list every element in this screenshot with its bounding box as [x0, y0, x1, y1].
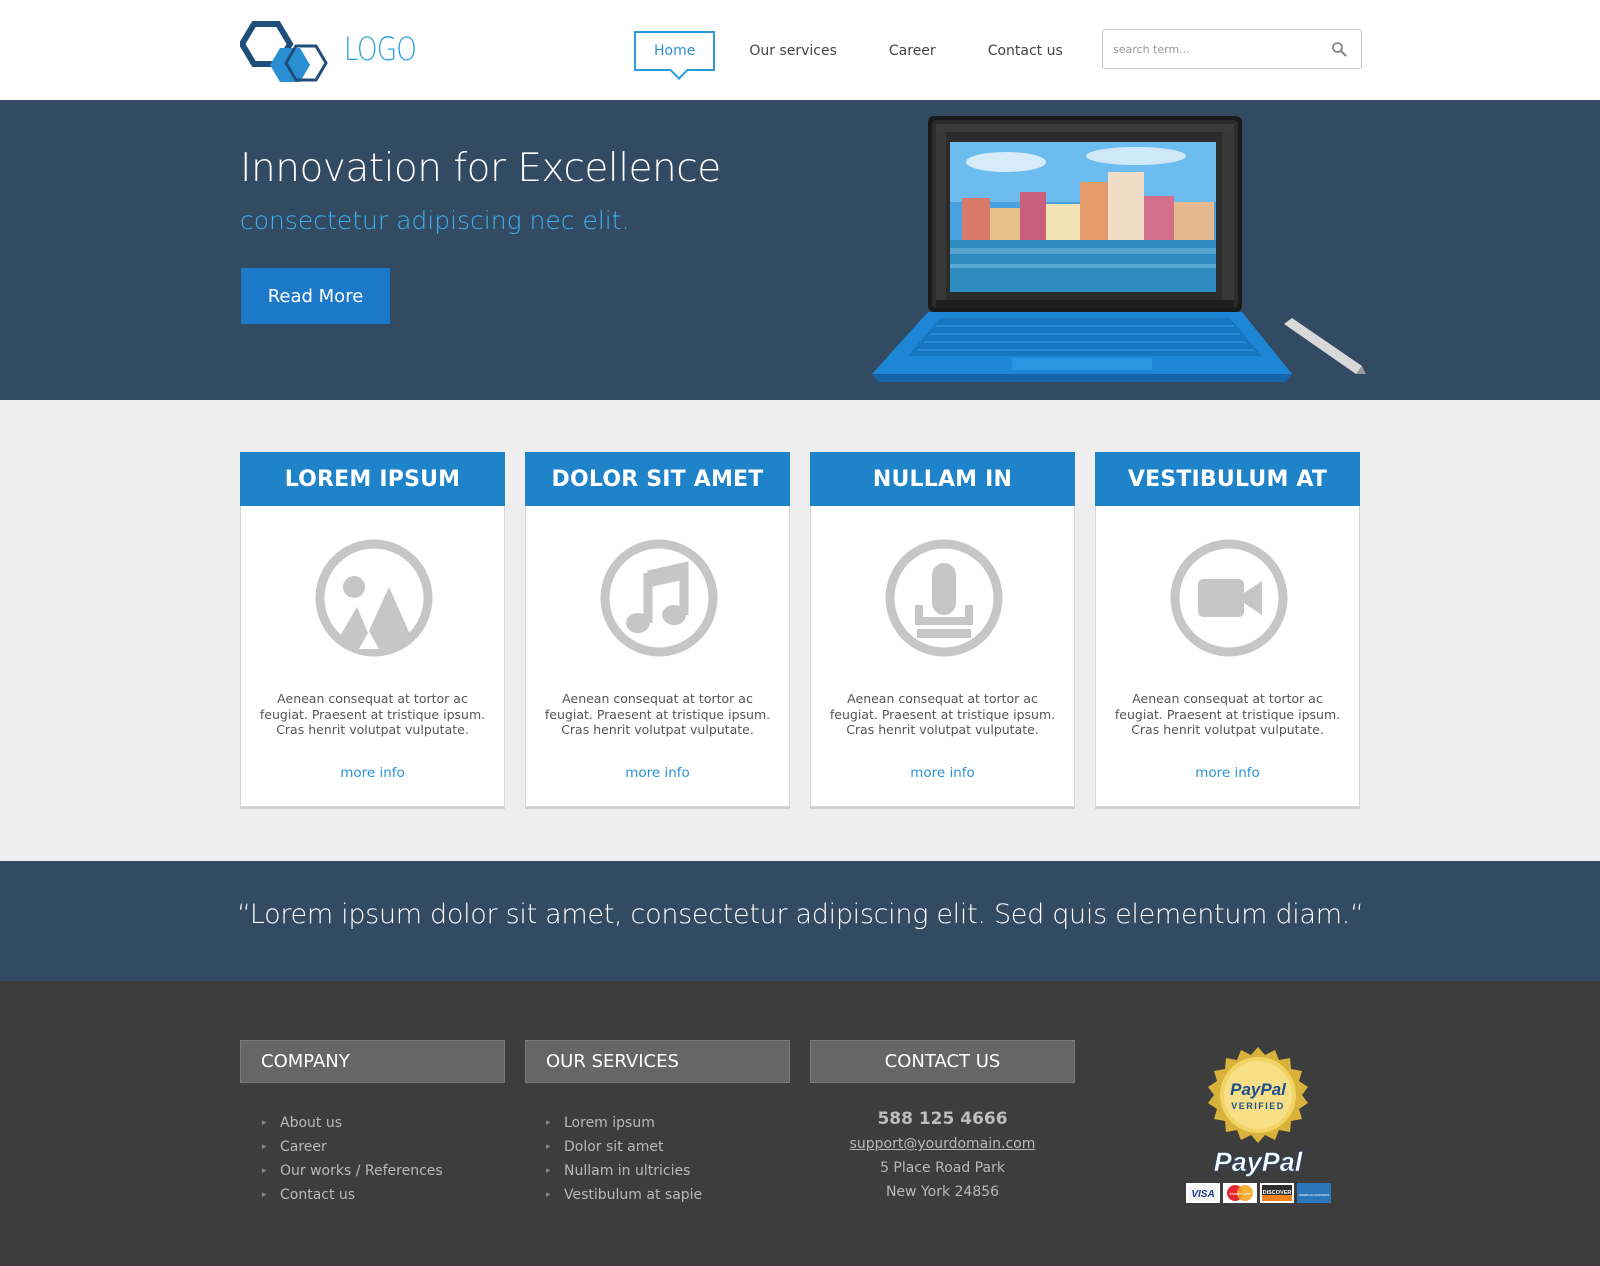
paypal-brand-text: PayPal	[1214, 1147, 1303, 1177]
footer-link-vestibulum[interactable]: Vestibulum at sapie	[546, 1183, 702, 1207]
search-icon[interactable]	[1331, 41, 1347, 57]
feature-card: LOREM IPSUM Aenean consequat at tortor a…	[240, 452, 505, 807]
more-info-link[interactable]: more info	[811, 765, 1074, 781]
music-icon	[600, 539, 718, 657]
more-info-link[interactable]: more info	[1096, 765, 1359, 781]
quote-banner: “Lorem ipsum dolor sit amet, consectetur…	[0, 861, 1600, 981]
contact-info: 588 125 4666 support@yourdomain.com 5 Pl…	[810, 1106, 1075, 1204]
contact-phone: 588 125 4666	[877, 1109, 1008, 1129]
footer-heading-company: COMPANY	[240, 1040, 505, 1083]
feature-card-title: DOLOR SIT AMET	[525, 452, 790, 506]
site-footer: COMPANY About us Career Our works / Refe…	[0, 981, 1600, 1266]
feature-card-text: Aenean consequat at tortor ac feugiat. P…	[259, 691, 486, 737]
main-nav: Home Our services Career Contact us	[634, 30, 1115, 72]
feature-card-text: Aenean consequat at tortor ac feugiat. P…	[1114, 691, 1341, 737]
more-info-link[interactable]: more info	[526, 765, 789, 781]
card-visa-text: VISA	[1191, 1189, 1214, 1200]
footer-link-our-works[interactable]: Our works / References	[262, 1159, 443, 1183]
logo-text: LOGO	[344, 30, 417, 68]
contact-address-line2: New York 24856	[885, 1184, 1000, 1200]
search-input[interactable]	[1103, 30, 1323, 68]
feature-card: VESTIBULUM AT SAPIE Aenean consequat at …	[1095, 452, 1360, 807]
video-camera-icon	[1170, 539, 1288, 657]
features-section: LOREM IPSUM Aenean consequat at tortor a…	[0, 400, 1600, 861]
contact-address-line1: 5 Place Road Park	[880, 1160, 1005, 1176]
footer-link-dolor-sit-amet[interactable]: Dolor sit amet	[546, 1135, 702, 1159]
nav-contact-us[interactable]: Contact us	[988, 43, 1063, 59]
quote-text: “Lorem ipsum dolor sit amet, consectetur…	[237, 899, 1364, 930]
footer-heading-contact: CONTACT US	[810, 1040, 1075, 1083]
footer-company-links: About us Career Our works / References C…	[262, 1111, 443, 1207]
hexagon-logo-icon	[238, 21, 328, 82]
paypal-verified-badge[interactable]: PayPal VERIFIED PayPal VISA MasterCard D…	[1186, 1045, 1331, 1205]
hero-subtitle: consectetur adipiscing nec elit.	[240, 206, 630, 235]
nav-home[interactable]: Home	[634, 31, 716, 71]
read-more-button[interactable]: Read More	[241, 268, 390, 324]
feature-card-title: NULLAM IN ULTRICIES	[810, 452, 1075, 548]
card-amex-text: AMERICAN EXPRESS	[1299, 1193, 1330, 1197]
logo[interactable]: LOGO	[238, 18, 430, 86]
feature-card-text: Aenean consequat at tortor ac feugiat. P…	[829, 691, 1056, 737]
seal-paypal-text: PayPal	[1230, 1080, 1287, 1099]
footer-heading-services: OUR SERVICES	[525, 1040, 790, 1083]
nav-our-services[interactable]: Our services	[749, 43, 837, 59]
footer-link-lorem-ipsum[interactable]: Lorem ipsum	[546, 1111, 702, 1135]
site-header: LOGO Home Our services Career Contact us	[0, 0, 1600, 100]
footer-services-links: Lorem ipsum Dolor sit amet Nullam in ult…	[546, 1111, 702, 1207]
hero-title: Innovation for Excellence	[240, 146, 721, 191]
feature-card: NULLAM IN ULTRICIES Aenean consequat at …	[810, 452, 1075, 807]
feature-card-title: LOREM IPSUM	[240, 452, 505, 506]
card-discover-text: DISCOVER	[1263, 1190, 1292, 1196]
footer-link-nullam[interactable]: Nullam in ultricies	[546, 1159, 702, 1183]
credit-cards-icon: VISA MasterCard DISCOVER AMERICAN EXPRES…	[1186, 1183, 1331, 1203]
feature-card: DOLOR SIT AMET Aenean consequat at torto…	[525, 452, 790, 807]
card-mastercard-text: MasterCard	[1230, 1191, 1251, 1196]
feature-card-title: VESTIBULUM AT SAPIE	[1095, 452, 1360, 548]
image-icon	[315, 539, 433, 657]
contact-email-link[interactable]: support@yourdomain.com	[810, 1132, 1075, 1156]
more-info-link[interactable]: more info	[241, 765, 504, 781]
footer-link-contact-us[interactable]: Contact us	[262, 1183, 443, 1207]
feature-card-text: Aenean consequat at tortor ac feugiat. P…	[544, 691, 771, 737]
seal-verified-text: VERIFIED	[1231, 1101, 1285, 1111]
laptop-image	[872, 116, 1366, 382]
hero-banner: Innovation for Excellence consectetur ad…	[0, 100, 1600, 400]
footer-link-about-us[interactable]: About us	[262, 1111, 443, 1135]
search-box	[1102, 29, 1362, 69]
verified-seal-icon: PayPal VERIFIED	[1208, 1047, 1308, 1143]
footer-link-career[interactable]: Career	[262, 1135, 443, 1159]
nav-career[interactable]: Career	[889, 43, 936, 59]
microphone-icon	[885, 539, 1003, 657]
